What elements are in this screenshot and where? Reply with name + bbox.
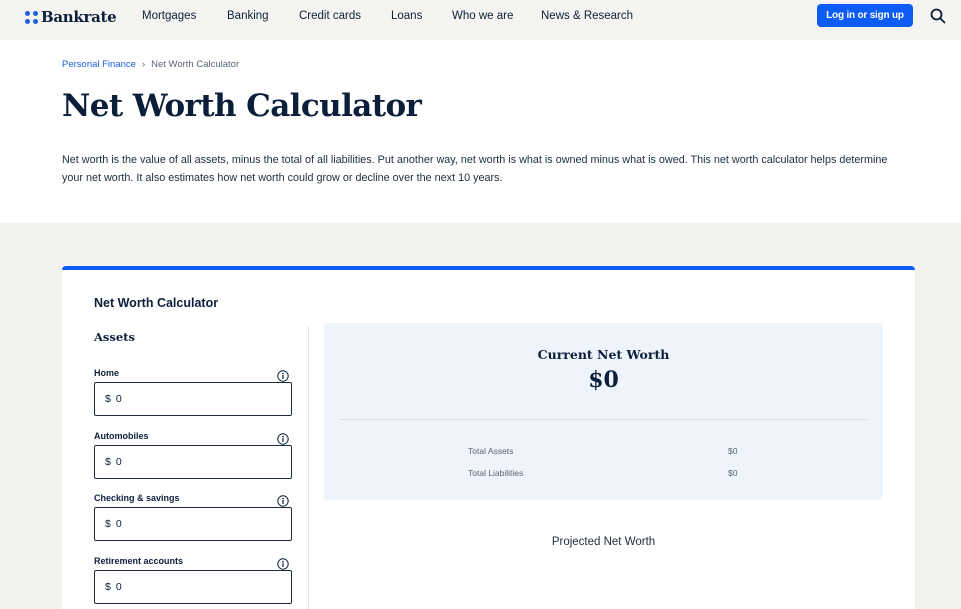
logo-mark-icon [25,10,38,24]
projected-net-worth-title: Projected Net Worth [551,536,656,548]
assets-heading: Assets [94,330,135,344]
checking-savings-input[interactable]: $0 [94,507,292,541]
nav-item-banking[interactable]: Banking [227,10,269,22]
calculator-card: Net Worth Calculator Assets Home $0 Auto… [62,266,915,609]
breadcrumb-current: Net Worth Calculator [151,59,240,70]
total-liabilities-label: Total Liabilities [468,468,524,478]
currency-symbol: $ [105,393,111,405]
column-divider [308,326,309,609]
logo-text: Bankrate [41,8,117,26]
page-title: Net Worth Calculator [62,88,422,124]
total-liabilities-value: $0 [728,468,738,478]
nav-item-loans[interactable]: Loans [391,10,422,22]
currency-symbol: $ [105,518,111,530]
info-icon[interactable] [277,494,289,507]
summary-divider [340,419,867,420]
input-value: 0 [115,456,122,468]
field-label-home: Home [94,368,120,378]
total-assets-value: $0 [728,446,738,456]
breadcrumb-link-personal-finance[interactable]: Personal Finance [62,59,136,70]
breadcrumb: Personal Finance › Net Worth Calculator [62,59,239,70]
top-nav: Bankrate Mortgages Banking Credit cards … [0,0,961,40]
nav-item-credit-cards[interactable]: Credit cards [299,10,361,22]
input-value: 0 [115,581,122,593]
input-value: 0 [115,393,122,405]
calculator-title: Net Worth Calculator [94,296,219,310]
nav-item-news-research[interactable]: News & Research [541,10,633,22]
nav-item-who-we-are[interactable]: Who we are [452,10,513,22]
current-net-worth-value: $0 [588,367,619,393]
input-value: 0 [115,518,122,530]
field-label-automobiles: Automobiles [94,431,149,441]
current-net-worth-title: Current Net Worth [537,347,670,362]
home-input[interactable]: $0 [94,382,292,416]
search-icon[interactable] [929,7,947,25]
info-icon[interactable] [277,432,289,445]
total-assets-label: Total Assets [468,446,514,456]
current-net-worth-panel: Current Net Worth $0 Total Assets $0 Tot… [324,323,883,500]
info-icon[interactable] [277,369,289,382]
currency-symbol: $ [105,456,111,468]
intro-paragraph: Net worth is the value of all assets, mi… [62,154,888,184]
nav-item-mortgages[interactable]: Mortgages [142,10,196,22]
currency-symbol: $ [105,581,111,593]
login-signup-button[interactable]: Log in or sign up [817,4,913,27]
retirement-accounts-input[interactable]: $0 [94,570,292,604]
automobiles-input[interactable]: $0 [94,445,292,479]
field-label-retirement-accounts: Retirement accounts [94,556,184,566]
bankrate-logo[interactable]: Bankrate [25,8,117,26]
field-label-checking-savings: Checking & savings [94,493,180,503]
info-icon[interactable] [277,557,289,570]
breadcrumb-separator: › [141,59,146,70]
